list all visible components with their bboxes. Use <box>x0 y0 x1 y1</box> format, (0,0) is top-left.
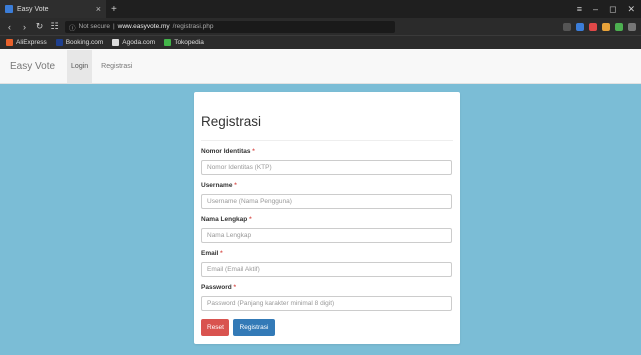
username-input[interactable] <box>201 194 452 209</box>
url-field[interactable]: ⓘ Not secure | www.easyvote.my/registras… <box>65 20 395 33</box>
window-controls: ≡ – ◻ ✕ <box>577 4 641 15</box>
nav-link-registrasi[interactable]: Registrasi <box>101 63 132 70</box>
browser-tab-bar: Easy Vote × + ≡ – ◻ ✕ <box>0 0 641 18</box>
field-nomor-identitas: Nomor Identitas * <box>201 148 453 175</box>
new-tab-button[interactable]: + <box>111 4 117 15</box>
form-actions: Reset Registrasi <box>201 319 453 336</box>
field-email: Email * <box>201 250 453 277</box>
field-username: Username * <box>201 182 453 209</box>
forward-icon[interactable]: › <box>20 22 29 32</box>
nomor-identitas-input[interactable] <box>201 160 452 175</box>
menu-icon[interactable]: ≡ <box>577 4 582 15</box>
bookmark-icon <box>6 39 13 46</box>
bookmark-item[interactable]: Agoda.com <box>112 39 155 46</box>
minimize-icon[interactable]: – <box>593 4 598 15</box>
field-label: Email * <box>201 250 223 257</box>
password-input[interactable] <box>201 296 452 311</box>
field-label: Password * <box>201 284 237 291</box>
browser-tab[interactable]: Easy Vote × <box>0 0 106 18</box>
extensions-area <box>563 22 636 31</box>
extension-icon[interactable] <box>589 22 597 31</box>
url-path: /registrasi.php <box>172 23 214 30</box>
bookmarks-bar: AliExpress Booking.com Agoda.com Tokoped… <box>0 35 641 49</box>
security-info-icon[interactable]: ⓘ <box>69 22 76 32</box>
nama-lengkap-input[interactable] <box>201 228 452 243</box>
download-icon[interactable] <box>628 22 636 31</box>
field-nama-lengkap: Nama Lengkap * <box>201 216 453 243</box>
field-label: Nomor Identitas * <box>201 148 255 155</box>
maximize-icon[interactable]: ◻ <box>609 4 616 15</box>
url-host: www.easyvote.my <box>117 23 170 30</box>
bookmark-icon <box>55 39 63 46</box>
field-label: Nama Lengkap * <box>201 216 252 223</box>
extension-icon[interactable] <box>563 22 571 31</box>
site-favicon-icon <box>5 5 13 13</box>
site-navbar: Easy Vote Login Registrasi <box>0 49 641 84</box>
field-password: Password * <box>201 284 453 311</box>
bookmark-item[interactable]: Tokopedia <box>164 39 204 46</box>
field-label: Username * <box>201 182 237 189</box>
nav-link-login[interactable]: Login <box>67 49 93 83</box>
reload-icon[interactable]: ↻ <box>35 21 44 32</box>
back-icon[interactable]: ‹ <box>5 22 14 32</box>
grid-icon[interactable]: ☷ <box>50 21 59 32</box>
extension-icon[interactable] <box>576 22 584 31</box>
bookmark-item[interactable]: Booking.com <box>55 39 103 46</box>
extension-icon[interactable] <box>602 22 610 31</box>
bookmark-icon <box>112 39 120 46</box>
bookmark-item[interactable]: AliExpress <box>6 39 47 46</box>
tab-title: Easy Vote <box>17 5 49 13</box>
bookmark-icon <box>164 39 172 46</box>
extension-icon[interactable] <box>615 22 623 31</box>
reset-button[interactable]: Reset <box>201 319 229 336</box>
tab-close-icon[interactable]: × <box>96 4 101 14</box>
security-label: Not secure <box>78 23 110 30</box>
brand-link[interactable]: Easy Vote <box>10 61 55 72</box>
email-input[interactable] <box>201 262 452 277</box>
registration-card: Registrasi Nomor Identitas * Username * … <box>194 92 460 344</box>
form-title: Registrasi <box>201 92 453 141</box>
close-window-icon[interactable]: ✕ <box>627 4 635 15</box>
registrasi-button[interactable]: Registrasi <box>233 319 275 336</box>
address-bar: ‹ › ↻ ☷ ⓘ Not secure | www.easyvote.my/r… <box>0 18 641 35</box>
